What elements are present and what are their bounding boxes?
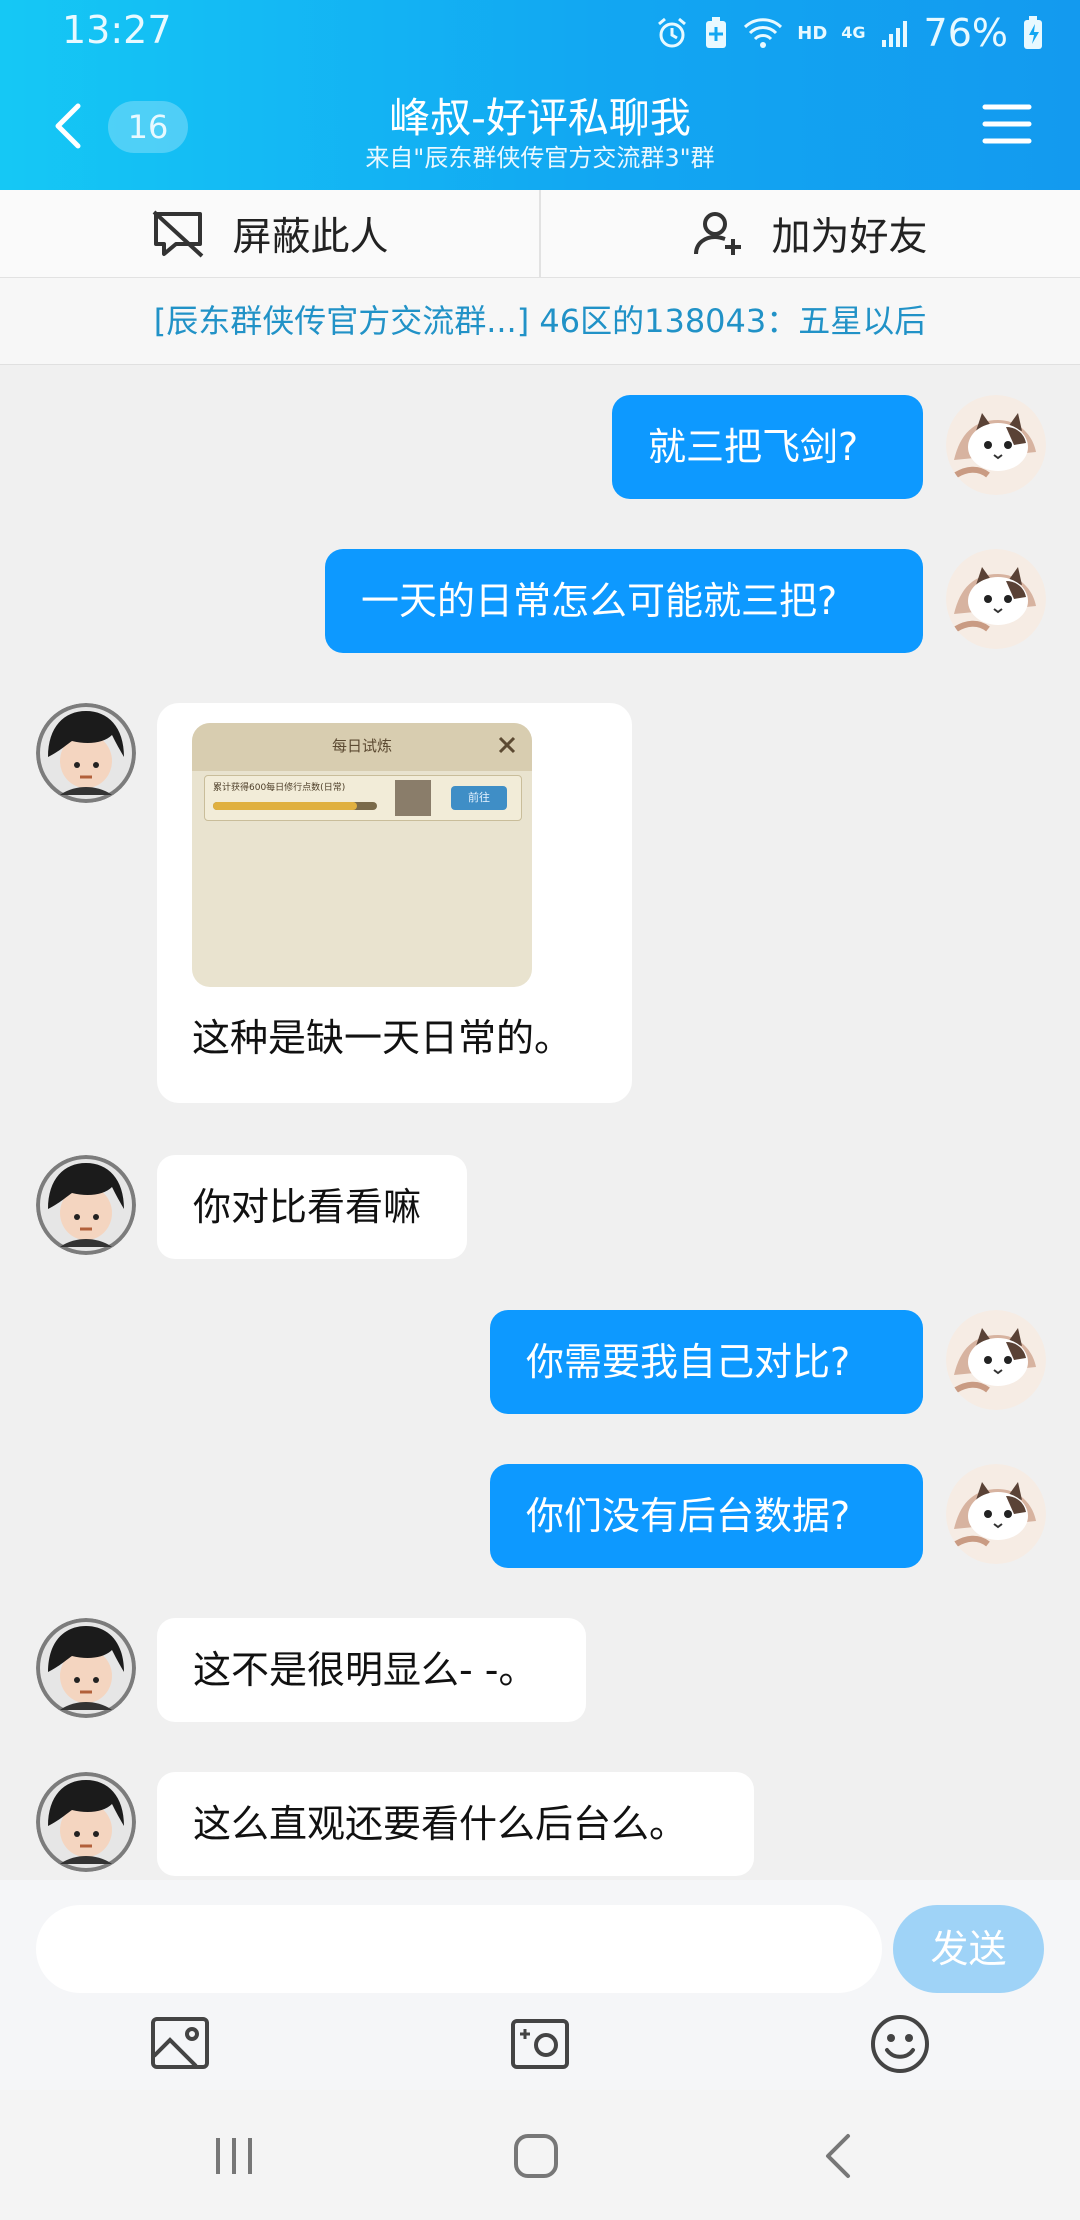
send-button[interactable]: 发送 (893, 1905, 1044, 1993)
photo-button[interactable] (148, 2012, 212, 2076)
action-bar: 屏蔽此人 加为好友 (0, 190, 1080, 278)
cat-avatar-icon (946, 549, 1046, 649)
boy-avatar-icon (36, 1155, 136, 1255)
message-bubble-out[interactable]: 你需要我自己对比? (490, 1310, 923, 1414)
boy-avatar-icon (36, 1772, 136, 1872)
battery-percent: 76% (923, 11, 1008, 55)
status-icons: HD 4G 76% (655, 10, 1044, 56)
status-bar: 13:27 HD 4G 76% (0, 0, 1080, 66)
contact-avatar[interactable] (36, 1618, 136, 1718)
hamburger-menu-icon (982, 104, 1032, 144)
system-back-button[interactable] (810, 2126, 870, 2186)
back-arrow-icon (826, 2134, 850, 2178)
network-type-label: 4G (841, 23, 866, 42)
battery-charging-icon (1024, 16, 1042, 49)
message-input[interactable] (36, 1905, 882, 1993)
wifi-icon (744, 18, 783, 48)
image-icon (151, 2017, 209, 2069)
block-icon (153, 210, 204, 257)
network-hd-label: HD (797, 22, 828, 44)
message-bubble-out[interactable]: 一天的日常怎么可能就三把? (325, 549, 923, 653)
camera-icon (511, 2019, 569, 2069)
chat-subtitle: 来自"辰东群侠传官方交流群3"群 (365, 144, 715, 172)
screenshot-thumbnail[interactable]: 每日试炼 累计获得600每日修行点数(日常) 前往 (192, 723, 532, 987)
recent-apps-icon (216, 2138, 252, 2174)
emoji-button[interactable] (868, 2012, 932, 2076)
chat-header: 13:27 HD 4G 76% 16 峰叔-好评私聊我 来自"辰东群侠传官方交流… (0, 0, 1080, 190)
recent-apps-button[interactable] (204, 2126, 264, 2186)
cat-avatar-icon (946, 1464, 1046, 1564)
cat-avatar-icon (946, 395, 1046, 495)
image-message-card[interactable]: 每日试炼 累计获得600每日修行点数(日常) 前往 这种是缺一天日常的。 (157, 703, 632, 1103)
chat-title: 峰叔-好评私聊我 (389, 94, 691, 142)
smiley-icon (871, 2015, 929, 2073)
message-bubble-out[interactable]: 你们没有后台数据? (490, 1464, 923, 1568)
message-bubble-in[interactable]: 这不是很明显么- -。 (157, 1618, 586, 1722)
status-time: 13:27 (62, 8, 172, 52)
add-friend-button[interactable]: 加为好友 (541, 190, 1080, 277)
home-icon (514, 2134, 558, 2178)
contact-avatar[interactable] (36, 1772, 136, 1872)
composer: 发送 (0, 1880, 1080, 2090)
contact-avatar[interactable] (36, 1155, 136, 1255)
block-user-label: 屏蔽此人 (232, 214, 389, 260)
thumbnail-task-text: 累计获得600每日修行点数(日常) (213, 783, 346, 793)
message-bubble-in[interactable]: 这么直观还要看什么后台么。 (157, 1772, 754, 1876)
block-user-button[interactable]: 屏蔽此人 (0, 190, 539, 277)
contact-avatar[interactable] (36, 703, 136, 803)
battery-saver-icon (706, 17, 727, 48)
message-bubble-in[interactable]: 你对比看看嘛 (157, 1155, 467, 1259)
group-notice[interactable]: [辰东群侠传官方交流群...] 46区的138043：五星以后 (0, 278, 1080, 365)
add-friend-label: 加为好友 (771, 214, 928, 260)
close-icon (498, 736, 516, 754)
system-navigation-bar (0, 2090, 1080, 2220)
camera-button[interactable] (508, 2012, 572, 2076)
my-avatar[interactable] (946, 1464, 1046, 1564)
thumbnail-progress-track (213, 802, 377, 810)
my-avatar[interactable] (946, 395, 1046, 495)
cat-avatar-icon (946, 1310, 1046, 1410)
thumbnail-progress-fill (213, 802, 358, 810)
image-caption: 这种是缺一天日常的。 (192, 1016, 573, 1060)
home-button[interactable] (506, 2126, 566, 2186)
message-bubble-out[interactable]: 就三把飞剑? (612, 395, 923, 499)
thumbnail-reward-item (395, 780, 431, 816)
boy-avatar-icon (36, 703, 136, 803)
alarm-icon (658, 17, 687, 48)
my-avatar[interactable] (946, 549, 1046, 649)
signal-icon (881, 21, 907, 47)
thumbnail-title: 每日试炼 (331, 737, 392, 755)
my-avatar[interactable] (946, 1310, 1046, 1410)
boy-avatar-icon (36, 1618, 136, 1718)
add-friend-icon (694, 211, 742, 255)
menu-button[interactable] (982, 102, 1032, 146)
thumbnail-task-row: 累计获得600每日修行点数(日常) 前往 (204, 775, 522, 821)
thumbnail-go-button: 前往 (451, 786, 507, 810)
